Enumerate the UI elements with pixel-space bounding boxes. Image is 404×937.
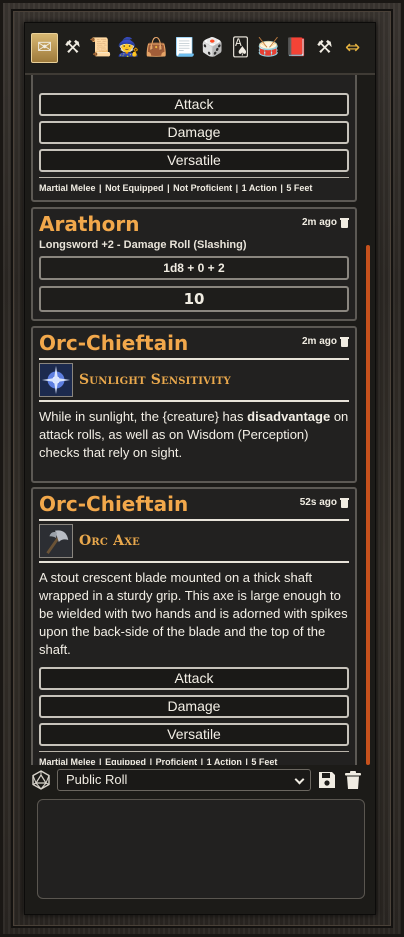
item-properties: Martial Melee | Not Equipped | Not Profi… [39,177,349,193]
chat-controls: Public Roll [31,767,371,793]
prop: Proficient [155,757,198,765]
d20-icon[interactable] [31,770,51,790]
chevron-down-icon [294,774,305,785]
message-timestamp: 2m ago [302,330,349,347]
attack-button[interactable]: Attack [39,93,349,116]
chat-message-input[interactable] [37,799,365,899]
chat-log[interactable]: Attack Damage Versatile Martial Melee | … [31,75,363,765]
book-icon: 📕 [285,37,308,58]
prop: 1 Action [206,757,242,765]
item-header: Orc Axe [39,519,349,563]
sunlight-icon [39,363,73,397]
scroll-icon: 📃 [173,37,196,58]
prop: Not Proficient [173,183,233,193]
backpack-icon: 👜 [145,37,168,58]
save-icon[interactable] [317,770,337,790]
tab-tables[interactable]: 🎲 [199,33,226,63]
item-description: A stout crescent blade mounted on a thic… [39,570,348,657]
tab-combat[interactable]: ⚒ [59,33,86,63]
item-properties: Martial Melee | Equipped | Proficient | … [39,751,349,765]
dice-formula[interactable]: 1d8 + 0 + 2 [39,256,349,280]
roll-flavor: Longsword +2 - Damage Roll (Slashing) [39,239,247,251]
tab-collapse[interactable]: ⇔ [339,33,366,63]
cards-icon: 🂡 [231,37,250,58]
sidebar-tabs: ✉ ⚒ 📜 🧙 👜 📃 🎲 🂡 🥁 📕 ⚒ ⇔ [25,23,375,75]
clear-chat-icon[interactable] [343,770,363,790]
tab-chat[interactable]: ✉ [31,33,58,63]
collapse-arrows-icon: ⇔ [344,37,361,58]
prop: 5 Feet [251,757,278,765]
tab-scenes[interactable]: 📜 [87,33,114,63]
damage-button[interactable]: Damage [39,695,349,718]
prop: Equipped [105,757,147,765]
item-name[interactable]: Orc Axe [79,533,140,549]
tab-items[interactable]: 👜 [143,33,170,63]
message-speaker[interactable]: Orc-Chieftain [39,330,188,356]
tab-cards[interactable]: 🂡 [227,33,254,63]
versatile-button[interactable]: Versatile [39,149,349,172]
dice-total[interactable]: 10 [39,286,349,312]
item-description: While in sunlight, the {creature} has di… [39,409,349,460]
prop: Not Equipped [105,183,164,193]
tab-playlists[interactable]: 🥁 [255,33,282,63]
attack-button[interactable]: Attack [39,667,349,690]
prop: Martial Melee [39,757,96,765]
message-timestamp: 52s ago [300,491,349,508]
item-header: Sunlight Sensitivity [39,358,349,402]
chat-message: Orc-Chieftain 52s ago Orc Axe A stout cr… [31,487,357,765]
delete-message-icon[interactable] [340,217,349,228]
message-speaker[interactable]: Arathorn [39,211,139,237]
chat-icon: ✉ [36,37,53,58]
chat-scrollbar[interactable] [366,245,370,765]
prop: Martial Melee [39,183,96,193]
tab-compendium[interactable]: 📕 [283,33,310,63]
message-speaker[interactable]: Orc-Chieftain [39,491,188,517]
drum-icon: 🥁 [257,37,280,58]
prop: 5 Feet [286,183,313,193]
tab-settings[interactable]: ⚒ [311,33,338,63]
versatile-button[interactable]: Versatile [39,723,349,746]
roll-mode-select[interactable]: Public Roll [57,769,311,791]
prop: 1 Action [241,183,277,193]
delete-message-icon[interactable] [340,497,349,508]
wizard-icon: 🧙 [117,37,140,58]
axe-icon [39,524,73,558]
message-timestamp: 2m ago [302,211,349,228]
map-scroll-icon: 📜 [89,37,112,58]
damage-button[interactable]: Damage [39,121,349,144]
tab-journal[interactable]: 📃 [171,33,198,63]
dice-icon: 🎲 [201,37,224,58]
crossed-axes-icon: ⚒ [64,37,81,58]
delete-message-icon[interactable] [340,336,349,347]
chat-message: Attack Damage Versatile Martial Melee | … [31,75,357,202]
tab-actors[interactable]: 🧙 [115,33,142,63]
sidebar-panel: ✉ ⚒ 📜 🧙 👜 📃 🎲 🂡 🥁 📕 ⚒ ⇔ Attack Damage Ve… [24,22,376,915]
tools-icon: ⚒ [316,37,333,58]
chat-message: Orc-Chieftain 2m ago Sunlight Sensitivit… [31,326,357,483]
chat-message: Arathorn 2m ago Longsword +2 - Damage Ro… [31,207,357,321]
item-name[interactable]: Sunlight Sensitivity [79,372,231,388]
